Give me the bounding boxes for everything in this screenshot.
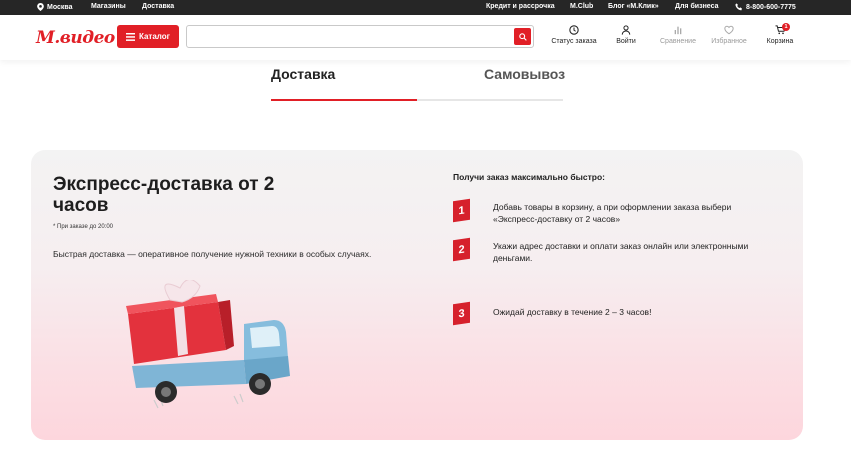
tab-pickup[interactable]: Самовывоз [484,66,565,82]
promo-footnote: * При заказе до 20:00 [53,224,113,230]
step-1: 1 Добавь товары в корзину, а при оформле… [453,198,768,225]
heart-icon [724,25,734,35]
phone-number: 8-800-600-7775 [746,3,796,11]
main-header: М.видео Каталог Статус заказа Войти Срав… [0,15,851,60]
location-pin-icon [37,3,44,11]
blog-link[interactable]: Блог «М.Клик» [608,3,659,10]
step-number-badge: 3 [453,301,470,326]
mclub-label: M.Club [570,3,594,10]
top-bar: Москва Магазины Доставка Кредит и рассро… [0,0,851,15]
step-text: Ожидай доставку в течение 2 – 3 часов! [493,307,652,317]
delivery-truck-gift-illustration [126,280,290,409]
search-bar [186,25,534,48]
credit-link[interactable]: Кредит и рассрочка [486,3,555,10]
phone-link[interactable]: 8-800-600-7775 [735,3,796,11]
login-button[interactable]: Войти [598,25,654,45]
logo[interactable]: М.видео [36,28,115,48]
clock-icon [569,25,579,35]
cart-count-badge: 1 [782,23,790,31]
business-link[interactable]: Для бизнеса [675,3,718,10]
phone-icon [735,3,742,11]
credit-label: Кредит и рассрочка [486,3,555,10]
login-label: Войти [616,38,636,45]
delivery-link[interactable]: Доставка [142,3,174,10]
catalog-label: Каталог [139,32,170,41]
express-delivery-card: Экспресс-доставка от 2 часов * При заказ… [31,150,803,440]
menu-icon [126,32,135,41]
cart-label: Корзина [766,38,794,45]
stores-label: Магазины [91,3,126,10]
tab-underline [271,99,563,101]
mclub-link[interactable]: M.Club [570,3,593,10]
search-icon [518,32,527,41]
promo-title: Экспресс-доставка от 2 часов [53,174,275,216]
blog-label: Блог «М.Клик» [608,3,659,10]
step-3: 3 Ожидай доставку в течение 2 – 3 часов! [453,301,768,326]
stores-link[interactable]: Магазины [91,3,126,10]
cart-button[interactable]: 1 Корзина [752,23,808,45]
compare-chart-icon [674,26,682,35]
compare-label: Сравнение [660,38,696,45]
favorites-label: Избранное [711,38,747,45]
step-text: Укажи адрес доставки и оплати заказ онла… [493,241,749,263]
step-text: Добавь товары в корзину, а при оформлени… [493,202,732,224]
active-tab-indicator [271,99,417,101]
user-icon [621,25,631,35]
delivery-label: Доставка [142,3,175,10]
step-number-badge: 2 [453,237,470,262]
step-2: 2 Укажи адрес доставки и оплати заказ он… [453,237,768,264]
order-status-button[interactable]: Статус заказа [546,25,602,45]
steps-title: Получи заказ максимально быстро: [453,172,605,182]
order-status-label: Статус заказа [551,38,597,45]
tab-delivery[interactable]: Доставка [271,66,335,82]
promo-description: Быстрая доставка — оперативное получение… [53,249,372,259]
city-label: Москва [47,3,73,11]
favorites-button[interactable]: Избранное [701,25,757,45]
search-input[interactable] [193,29,513,45]
compare-button[interactable]: Сравнение [650,25,706,45]
step-number-badge: 1 [453,198,470,223]
catalog-button[interactable]: Каталог [117,25,179,48]
search-button[interactable] [514,28,531,45]
business-label: Для бизнеса [675,3,719,10]
city-selector[interactable]: Москва [37,3,73,11]
